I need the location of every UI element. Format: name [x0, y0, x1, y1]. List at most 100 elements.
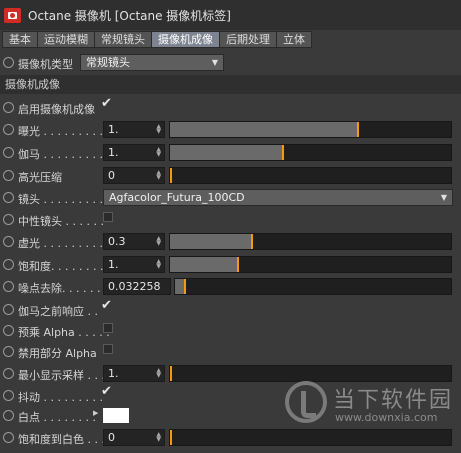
exposure-value: 1. — [108, 123, 119, 136]
chevron-down-icon: ▼ — [440, 193, 447, 202]
disable-partial-alpha-label: 禁用部分 Alpha — [18, 347, 97, 360]
premultiplied-alpha-checkbox[interactable] — [103, 323, 113, 333]
tab-stereo[interactable]: 立体 — [276, 31, 312, 48]
saturate-to-white-slider[interactable] — [169, 429, 452, 446]
exposure-label: 曝光 . . . . . . . . . — [18, 125, 103, 138]
animate-radio[interactable] — [3, 325, 14, 336]
enable-imager-checkbox[interactable]: ✔ — [101, 97, 112, 111]
min-display-samples-input[interactable]: 1. ▲ ▼ — [103, 365, 165, 382]
gamma-before-response-checkbox[interactable]: ✔ — [101, 299, 112, 313]
neutral-response-checkbox[interactable] — [103, 212, 113, 222]
saturation-row: 饱和度. . . . . . . . 1. ▲ ▼ — [0, 254, 461, 276]
hot-pixel-removal-input[interactable]: 0.032258 — [103, 278, 171, 295]
gamma-before-response-label: 伽马之前响应 . . — [18, 305, 98, 318]
slider-handle[interactable] — [170, 168, 172, 183]
saturation-input[interactable]: 1. ▲ ▼ — [103, 256, 165, 273]
white-point-label: 白点 . . . . . . . . — [18, 411, 96, 424]
section-title: 摄像机成像 — [5, 78, 60, 91]
spinner-arrows-icon[interactable]: ▲ ▼ — [156, 236, 161, 247]
exposure-input[interactable]: 1. ▲ ▼ — [103, 121, 165, 138]
hot-pixel-removal-slider[interactable] — [174, 278, 452, 295]
camera-type-label: 摄像机类型 — [18, 58, 73, 71]
slider-handle[interactable] — [184, 279, 186, 294]
animate-radio[interactable] — [3, 102, 14, 113]
white-point-color-swatch[interactable] — [103, 408, 129, 423]
exposure-row: 曝光 . . . . . . . . . 1. ▲ ▼ — [0, 119, 461, 141]
animate-radio[interactable] — [3, 236, 14, 247]
animate-radio[interactable] — [3, 390, 14, 401]
animate-radio[interactable] — [3, 368, 14, 379]
vignetting-slider[interactable] — [169, 233, 452, 250]
dithering-label: 抖动 . . . . . . . . . — [18, 391, 103, 404]
lens-value: Agfacolor_Futura_100CD — [109, 191, 245, 204]
animate-radio[interactable] — [3, 432, 14, 443]
camera-type-dropdown[interactable]: 常规镜头 ▼ — [80, 54, 224, 71]
spinner-arrows-icon[interactable]: ▲ ▼ — [156, 368, 161, 379]
premultiplied-alpha-label: 预乘 Alpha . . . . . — [18, 326, 110, 339]
animate-radio[interactable] — [3, 192, 14, 203]
saturate-to-white-value: 0 — [108, 431, 115, 444]
exposure-slider[interactable] — [169, 121, 452, 138]
saturate-to-white-input[interactable]: 0 ▲ ▼ — [103, 429, 165, 446]
slider-fill — [170, 257, 237, 272]
hot-pixel-removal-label: 噪点去除. . . . . . . — [18, 282, 108, 295]
tab-basic[interactable]: 基本 — [2, 31, 38, 48]
gamma-slider[interactable] — [169, 144, 452, 161]
slider-fill — [175, 279, 184, 294]
highlight-compression-slider[interactable] — [169, 167, 452, 184]
spinner-arrows-icon[interactable]: ▲ ▼ — [156, 147, 161, 158]
spinner-arrows-icon[interactable]: ▲ ▼ — [156, 259, 161, 270]
slider-handle[interactable] — [251, 234, 253, 249]
animate-radio[interactable] — [3, 346, 14, 357]
vignetting-input[interactable]: 0.3 ▲ ▼ — [103, 233, 165, 250]
slider-handle[interactable] — [357, 122, 359, 137]
saturation-value: 1. — [108, 258, 119, 271]
slider-handle[interactable] — [282, 145, 284, 160]
animate-radio[interactable] — [3, 124, 14, 135]
neutral-response-label: 中性镜头 . . . . . . — [18, 215, 104, 228]
slider-handle[interactable] — [170, 366, 172, 381]
tab-motion-blur[interactable]: 运动模糊 — [37, 31, 95, 48]
vignetting-label: 虚光 . . . . . . . . . — [18, 237, 103, 250]
gamma-input[interactable]: 1. ▲ ▼ — [103, 144, 165, 161]
slider-fill — [170, 122, 357, 137]
tab-thin-lens[interactable]: 常规镜头 — [94, 31, 152, 48]
camera-icon — [4, 7, 21, 23]
animate-radio[interactable] — [3, 281, 14, 292]
tab-camera-imager[interactable]: 摄像机成像 — [151, 31, 220, 48]
highlight-compression-input[interactable]: 0 ▲ ▼ — [103, 167, 165, 184]
disable-partial-alpha-checkbox[interactable] — [103, 344, 113, 354]
camera-type-value: 常规镜头 — [86, 56, 130, 69]
spinner-arrows-icon[interactable]: ▲ ▼ — [156, 170, 161, 181]
watermark-url: www.downxia.com — [335, 411, 438, 424]
animate-radio[interactable] — [3, 410, 14, 421]
min-display-samples-value: 1. — [108, 367, 119, 380]
slider-fill — [170, 234, 251, 249]
watermark-logo-icon — [285, 381, 327, 423]
animate-radio[interactable] — [3, 170, 14, 181]
expand-triangle-icon[interactable]: ▶ — [93, 409, 98, 417]
slider-fill — [170, 145, 282, 160]
dithering-checkbox[interactable]: ✔ — [101, 385, 112, 399]
min-display-samples-label: 最小显示采样 . . . — [18, 369, 105, 382]
animate-radio[interactable] — [3, 214, 14, 225]
saturation-label: 饱和度. . . . . . . . — [18, 260, 104, 273]
slider-handle[interactable] — [237, 257, 239, 272]
disable-partial-alpha-row: 禁用部分 Alpha — [0, 341, 461, 363]
section-header: 摄像机成像 — [0, 75, 461, 94]
tab-post-processing[interactable]: 后期处理 — [219, 31, 277, 48]
spinner-arrows-icon[interactable]: ▲ ▼ — [156, 432, 161, 443]
animate-radio[interactable] — [3, 147, 14, 158]
enable-imager-label: 启用摄像机成像 — [18, 103, 95, 116]
watermark-text: 当下软件园 — [333, 388, 454, 413]
spinner-arrows-icon[interactable]: ▲ ▼ — [156, 124, 161, 135]
slider-handle[interactable] — [170, 430, 172, 445]
hot-pixel-removal-row: 噪点去除. . . . . . . 0.032258 — [0, 276, 461, 298]
animate-radio[interactable] — [3, 304, 14, 315]
saturate-to-white-label: 饱和度到白色 . . . — [18, 433, 105, 446]
animate-radio[interactable] — [3, 259, 14, 270]
saturation-slider[interactable] — [169, 256, 452, 273]
animate-radio[interactable] — [3, 57, 14, 68]
highlight-compression-label: 高光压缩 — [18, 171, 62, 184]
lens-dropdown[interactable]: Agfacolor_Futura_100CD ▼ — [103, 189, 453, 206]
